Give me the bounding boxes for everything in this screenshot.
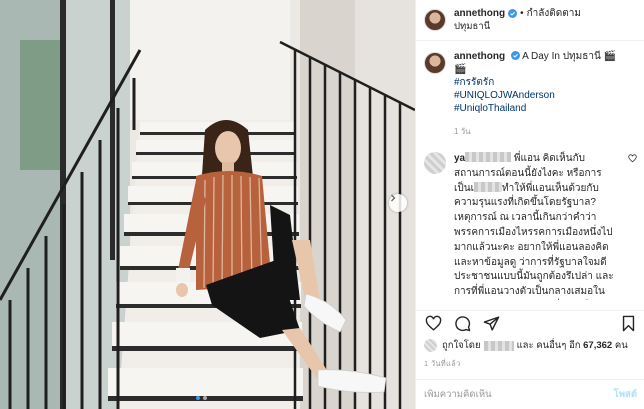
hashtag-link[interactable]: #UNIQLOJWAnderson: [454, 90, 555, 101]
author-username[interactable]: annethong: [454, 7, 505, 20]
post-photo[interactable]: [0, 0, 415, 409]
next-photo-button[interactable]: [389, 194, 407, 212]
blurred-liker: [483, 340, 514, 351]
comment-text-part2: ทำให้พี่แอนเห็นด้วยกับความรุนแรงที่เกิดข…: [454, 182, 614, 298]
comment-button[interactable]: [453, 315, 471, 333]
carousel-dot-active: [196, 396, 200, 400]
bookmark-icon: [622, 315, 634, 332]
likes-middle: และ คนอื่นๆ อีก: [516, 340, 581, 351]
carousel-dot: [203, 396, 207, 400]
post-location[interactable]: ปทุมธานี: [454, 20, 581, 33]
action-bar: [416, 310, 644, 336]
commenter-name-prefix[interactable]: ya: [454, 153, 465, 164]
share-button[interactable]: [482, 315, 500, 333]
post-header: annethong • กำลังติดตาม ปทุมธานี: [416, 0, 644, 41]
heart-icon[interactable]: [628, 154, 637, 163]
header-separator: •: [520, 8, 524, 19]
verified-badge-icon: [508, 9, 518, 18]
comments-section: annethong A Day In ปทุมธานี 🎬🎬 #กรรัตรัก…: [416, 50, 644, 300]
blurred-username: [465, 152, 512, 162]
likes-count: 67,362: [583, 340, 613, 351]
chevron-right-icon: [391, 194, 396, 202]
heart-icon: [425, 315, 441, 331]
likes-prefix: ถูกใจโดย: [442, 340, 481, 351]
share-icon: [483, 316, 499, 331]
comment-input[interactable]: [424, 389, 614, 400]
likes-summary[interactable]: ถูกใจโดย และ คนอื่นๆ อีก 67,362 คน: [424, 338, 628, 353]
caption-time: 1 วัน: [454, 127, 471, 136]
commenter-avatar[interactable]: [424, 152, 446, 174]
author-avatar[interactable]: [424, 9, 446, 31]
verified-badge-icon: [510, 51, 520, 60]
comment-item: ya พี่แอน คิดเห็นกับสถานการณ์ตอนนี้ยังไง…: [416, 152, 644, 300]
following-button[interactable]: กำลังติดตาม: [527, 7, 581, 20]
likes-suffix: คน: [614, 340, 628, 351]
photo-illustration: [0, 0, 415, 409]
hashtag-link[interactable]: #กรรัตรัก: [454, 77, 494, 88]
liker-avatar: [424, 339, 437, 352]
blurred-text: [474, 181, 503, 192]
caption-avatar[interactable]: [424, 52, 446, 74]
like-button[interactable]: [424, 315, 442, 333]
add-comment-bar: โพสต์: [416, 379, 644, 409]
post-side-panel: annethong • กำลังติดตาม ปทุมธานี annetho…: [415, 0, 644, 409]
save-button[interactable]: [619, 315, 637, 333]
post-caption: annethong A Day In ปทุมธานี 🎬🎬 #กรรัตรัก…: [416, 50, 644, 138]
post-comment-button[interactable]: โพสต์: [614, 387, 637, 402]
hashtag-link[interactable]: #UniqloThailand: [454, 103, 526, 114]
comment-icon: [454, 316, 470, 332]
caption-username[interactable]: annethong: [454, 51, 505, 62]
post-date: 1 วันที่แล้ว: [424, 359, 461, 368]
carousel-dots: [196, 396, 207, 400]
